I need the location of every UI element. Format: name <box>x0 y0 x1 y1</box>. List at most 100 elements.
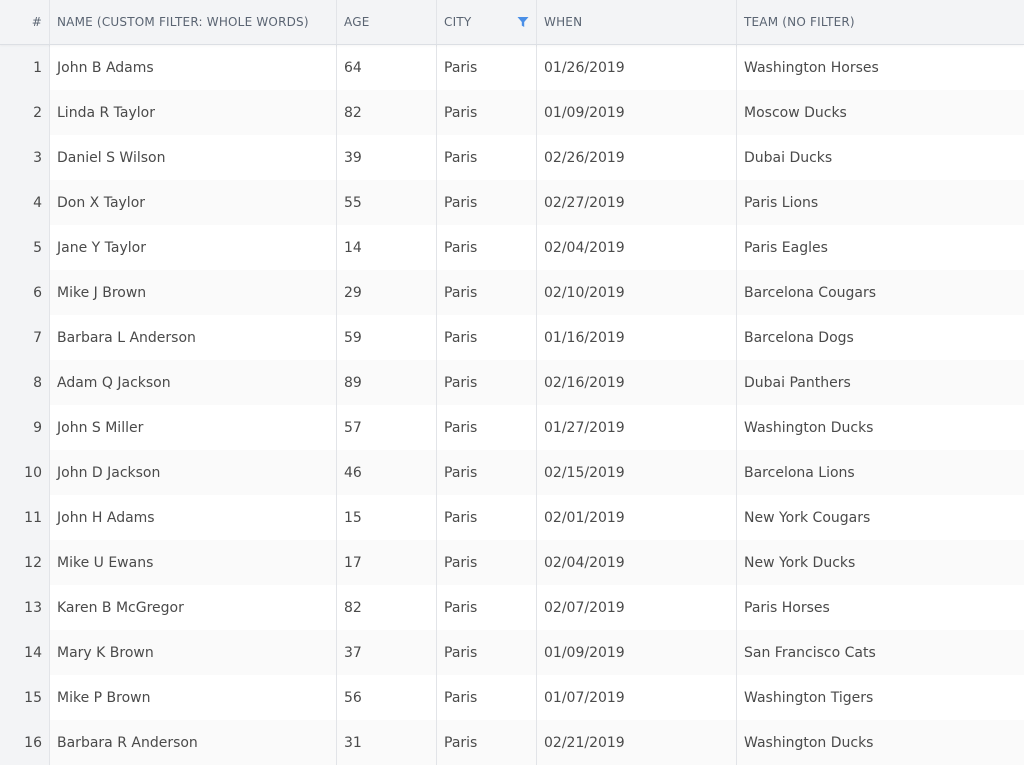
name-cell[interactable]: Barbara L Anderson <box>50 315 337 360</box>
table-row[interactable]: 8 Adam Q Jackson 89 Paris 02/16/2019 Dubai Pa… <box>0 360 1024 405</box>
city-cell[interactable]: Paris <box>437 270 537 315</box>
age-cell[interactable]: 31 <box>337 720 437 765</box>
name-cell[interactable]: John S Miller <box>50 405 337 450</box>
age-cell[interactable]: 82 <box>337 90 437 135</box>
age-cell[interactable]: 46 <box>337 450 437 495</box>
city-cell[interactable]: Paris <box>437 315 537 360</box>
city-cell[interactable]: Paris <box>437 495 537 540</box>
team-cell[interactable]: Barcelona Lions <box>737 450 1024 495</box>
age-cell[interactable]: 29 <box>337 270 437 315</box>
table-row[interactable]: 13 Karen B McGregor 82 Paris 02/07/2019 Paris… <box>0 585 1024 630</box>
when-cell[interactable]: 02/10/2019 <box>537 270 737 315</box>
team-cell[interactable]: Paris Eagles <box>737 225 1024 270</box>
table-row[interactable]: 5 Jane Y Taylor 14 Paris 02/04/2019 Paris Eag… <box>0 225 1024 270</box>
team-cell[interactable]: Paris Horses <box>737 585 1024 630</box>
table-row[interactable]: 3 Daniel S Wilson 39 Paris 02/26/2019 Dubai D… <box>0 135 1024 180</box>
table-row[interactable]: 10 John D Jackson 46 Paris 02/15/2019 Barcelo… <box>0 450 1024 495</box>
table-row[interactable]: 4 Don X Taylor 55 Paris 02/27/2019 Paris Lion… <box>0 180 1024 225</box>
name-cell[interactable]: Linda R Taylor <box>50 90 337 135</box>
city-cell[interactable]: Paris <box>437 360 537 405</box>
city-cell[interactable]: Paris <box>437 675 537 720</box>
age-cell[interactable]: 89 <box>337 360 437 405</box>
age-cell[interactable]: 37 <box>337 630 437 675</box>
table-row[interactable]: 1 John B Adams 64 Paris 01/26/2019 Washington… <box>0 45 1024 90</box>
team-cell[interactable]: New York Cougars <box>737 495 1024 540</box>
age-cell[interactable]: 82 <box>337 585 437 630</box>
header-age[interactable]: AGE <box>337 0 437 44</box>
table-row[interactable]: 9 John S Miller 57 Paris 01/27/2019 Washingto… <box>0 405 1024 450</box>
name-cell[interactable]: Barbara R Anderson <box>50 720 337 765</box>
name-cell[interactable]: Daniel S Wilson <box>50 135 337 180</box>
age-cell[interactable]: 64 <box>337 45 437 90</box>
name-cell[interactable]: Mary K Brown <box>50 630 337 675</box>
header-city[interactable]: CITY <box>437 0 537 44</box>
age-cell[interactable]: 56 <box>337 675 437 720</box>
name-cell[interactable]: Mike U Ewans <box>50 540 337 585</box>
table-row[interactable]: 2 Linda R Taylor 82 Paris 01/09/2019 Moscow D… <box>0 90 1024 135</box>
when-cell[interactable]: 01/09/2019 <box>537 90 737 135</box>
name-cell[interactable]: Don X Taylor <box>50 180 337 225</box>
team-cell[interactable]: Washington Horses <box>737 45 1024 90</box>
table-row[interactable]: 15 Mike P Brown 56 Paris 01/07/2019 Washingto… <box>0 675 1024 720</box>
age-cell[interactable]: 39 <box>337 135 437 180</box>
name-cell[interactable]: John H Adams <box>50 495 337 540</box>
team-cell[interactable]: San Francisco Cats <box>737 630 1024 675</box>
name-cell[interactable]: John B Adams <box>50 45 337 90</box>
when-cell[interactable]: 01/07/2019 <box>537 675 737 720</box>
team-cell[interactable]: Dubai Ducks <box>737 135 1024 180</box>
when-cell[interactable]: 02/04/2019 <box>537 540 737 585</box>
header-when[interactable]: WHEN <box>537 0 737 44</box>
table-row[interactable]: 16 Barbara R Anderson 31 Paris 02/21/2019 Was… <box>0 720 1024 765</box>
table-row[interactable]: 7 Barbara L Anderson 59 Paris 01/16/2019 Barc… <box>0 315 1024 360</box>
age-cell[interactable]: 15 <box>337 495 437 540</box>
when-cell[interactable]: 02/01/2019 <box>537 495 737 540</box>
name-cell[interactable]: Jane Y Taylor <box>50 225 337 270</box>
city-cell[interactable]: Paris <box>437 540 537 585</box>
city-cell[interactable]: Paris <box>437 135 537 180</box>
name-cell[interactable]: Adam Q Jackson <box>50 360 337 405</box>
age-cell[interactable]: 17 <box>337 540 437 585</box>
table-row[interactable]: 12 Mike U Ewans 17 Paris 02/04/2019 New York … <box>0 540 1024 585</box>
when-cell[interactable]: 01/09/2019 <box>537 630 737 675</box>
team-cell[interactable]: Barcelona Cougars <box>737 270 1024 315</box>
team-cell[interactable]: Moscow Ducks <box>737 90 1024 135</box>
name-cell[interactable]: Mike J Brown <box>50 270 337 315</box>
header-team[interactable]: TEAM (NO FILTER) <box>737 0 1024 44</box>
city-cell[interactable]: Paris <box>437 180 537 225</box>
city-cell[interactable]: Paris <box>437 405 537 450</box>
city-cell[interactable]: Paris <box>437 90 537 135</box>
header-name[interactable]: NAME (CUSTOM FILTER: WHOLE WORDS) <box>50 0 337 44</box>
table-row[interactable]: 6 Mike J Brown 29 Paris 02/10/2019 Barcelona … <box>0 270 1024 315</box>
team-cell[interactable]: Dubai Panthers <box>737 360 1024 405</box>
name-cell[interactable]: Mike P Brown <box>50 675 337 720</box>
when-cell[interactable]: 01/16/2019 <box>537 315 737 360</box>
team-cell[interactable]: Washington Ducks <box>737 405 1024 450</box>
city-cell[interactable]: Paris <box>437 450 537 495</box>
city-cell[interactable]: Paris <box>437 720 537 765</box>
when-cell[interactable]: 01/26/2019 <box>537 45 737 90</box>
team-cell[interactable]: Paris Lions <box>737 180 1024 225</box>
name-cell[interactable]: John D Jackson <box>50 450 337 495</box>
funnel-filter-icon[interactable] <box>517 16 529 28</box>
age-cell[interactable]: 59 <box>337 315 437 360</box>
city-cell[interactable]: Paris <box>437 45 537 90</box>
team-cell[interactable]: Barcelona Dogs <box>737 315 1024 360</box>
name-cell[interactable]: Karen B McGregor <box>50 585 337 630</box>
team-cell[interactable]: New York Ducks <box>737 540 1024 585</box>
when-cell[interactable]: 02/15/2019 <box>537 450 737 495</box>
age-cell[interactable]: 57 <box>337 405 437 450</box>
when-cell[interactable]: 02/21/2019 <box>537 720 737 765</box>
age-cell[interactable]: 14 <box>337 225 437 270</box>
when-cell[interactable]: 02/26/2019 <box>537 135 737 180</box>
when-cell[interactable]: 02/16/2019 <box>537 360 737 405</box>
team-cell[interactable]: Washington Tigers <box>737 675 1024 720</box>
when-cell[interactable]: 02/27/2019 <box>537 180 737 225</box>
age-cell[interactable]: 55 <box>337 180 437 225</box>
when-cell[interactable]: 01/27/2019 <box>537 405 737 450</box>
when-cell[interactable]: 02/04/2019 <box>537 225 737 270</box>
city-cell[interactable]: Paris <box>437 630 537 675</box>
table-row[interactable]: 14 Mary K Brown 37 Paris 01/09/2019 San Franc… <box>0 630 1024 675</box>
team-cell[interactable]: Washington Ducks <box>737 720 1024 765</box>
city-cell[interactable]: Paris <box>437 225 537 270</box>
table-row[interactable]: 11 John H Adams 15 Paris 02/01/2019 New York … <box>0 495 1024 540</box>
